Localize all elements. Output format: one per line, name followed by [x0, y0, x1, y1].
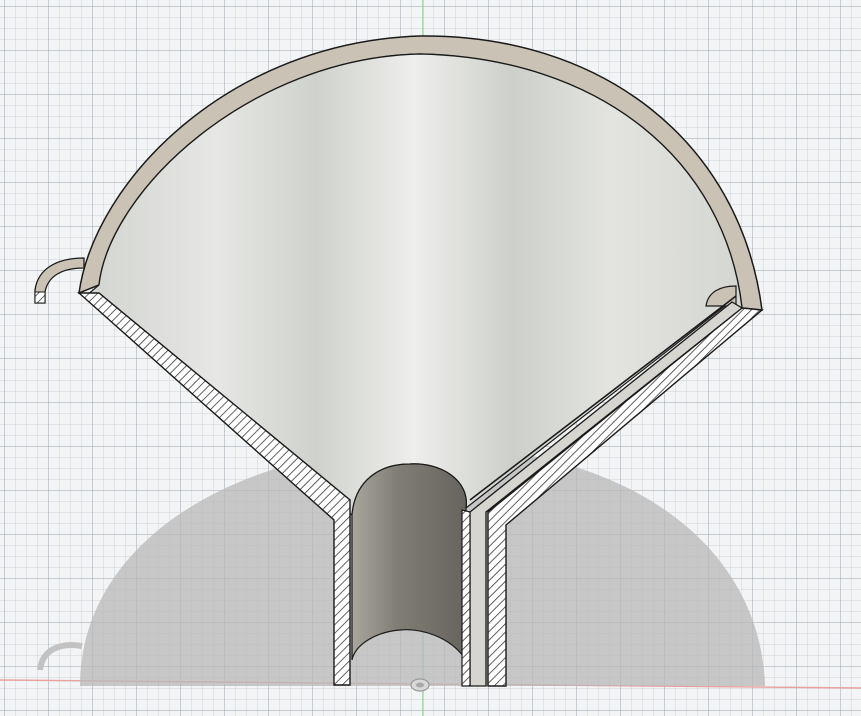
- funnel-scene: [0, 0, 861, 716]
- handle-shadow: [37, 642, 83, 671]
- cad-viewport[interactable]: [0, 0, 861, 716]
- origin-icon[interactable]: [410, 678, 430, 692]
- handle-tip-section: [34, 291, 46, 304]
- right-liner-section: [461, 509, 471, 687]
